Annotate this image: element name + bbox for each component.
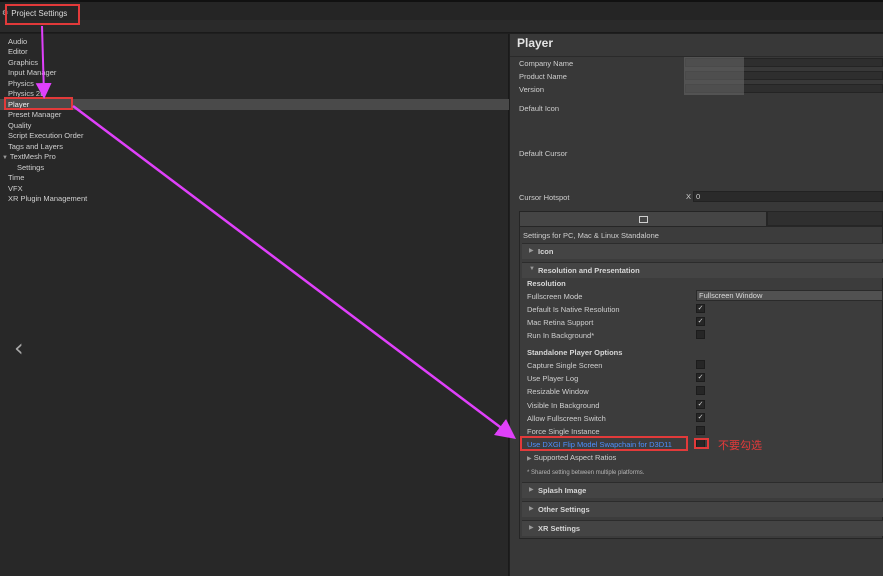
chevron-right-icon: ▶ [529, 506, 534, 512]
company-name-label: Company Name [519, 59, 574, 68]
default-icon-label: Default Icon [519, 104, 560, 113]
section-splash-image[interactable]: ▶ Splash Image [522, 482, 883, 498]
chevron-right-icon: ▶ [529, 525, 534, 531]
chevron-right-icon: ▶ [527, 456, 532, 462]
sidebar-item-label: TextMesh Pro [9, 152, 56, 161]
chevron-down-icon[interactable]: ▼ [2, 155, 8, 161]
annotation-note: 不要勾选 [718, 439, 762, 452]
allow-fullscreen-checkbox[interactable]: ✓ [696, 413, 705, 422]
section-label: XR Settings [538, 524, 581, 533]
sidebar-item-textmesh-pro[interactable]: ▼ TextMesh Pro [2, 152, 56, 162]
default-native-checkbox[interactable]: ✓ [696, 304, 705, 313]
chevron-left-icon[interactable]: ‹ [14, 334, 24, 362]
sidebar-item-editor[interactable]: Editor [8, 47, 28, 57]
section-label: Splash Image [538, 486, 587, 495]
cursor-hotspot-label: Cursor Hotspot [519, 193, 570, 202]
standalone-heading: Standalone Player Options [527, 348, 623, 357]
settings-sidebar: Audio Editor Graphics Input Manager Phys… [0, 34, 509, 576]
resizable-window-label: Resizable Window [527, 387, 589, 396]
sidebar-item-textmesh-settings[interactable]: Settings [17, 163, 44, 173]
fullscreen-mode-dropdown[interactable]: Fullscreen Window [696, 290, 883, 301]
page-title: Player [517, 36, 554, 50]
shared-setting-note: * Shared setting between multiple platfo… [527, 470, 645, 476]
highlight-player-box [4, 97, 73, 110]
sidebar-item-quality[interactable]: Quality [8, 121, 31, 131]
visible-background-label: Visible In Background [527, 401, 600, 410]
section-xr-settings[interactable]: ▶ XR Settings [522, 520, 883, 536]
mac-retina-label: Mac Retina Support [527, 318, 594, 327]
chevron-down-icon: ▼ [529, 266, 535, 272]
aspect-ratios-label: Supported Aspect Ratios [533, 453, 617, 462]
sidebar-item-script-execution-order[interactable]: Script Execution Order [8, 131, 83, 141]
sidebar-selection-highlight [0, 99, 509, 110]
tab-other-platform[interactable] [767, 211, 883, 226]
capture-single-checkbox[interactable] [696, 360, 705, 369]
platform-caption: Settings for PC, Mac & Linux Standalone [523, 231, 659, 240]
force-single-label: Force Single Instance [527, 427, 600, 436]
resizable-window-checkbox[interactable] [696, 386, 705, 395]
monitor-icon [638, 215, 648, 223]
default-cursor-label: Default Cursor [519, 149, 568, 158]
supported-aspect-ratios[interactable]: ▶ Supported Aspect Ratios [527, 453, 616, 462]
run-background-checkbox[interactable] [696, 330, 705, 339]
platform-tabs [519, 211, 883, 226]
hotspot-x-label: X [686, 192, 692, 201]
section-label: Icon [538, 247, 554, 256]
capture-single-label: Capture Single Screen [527, 361, 603, 370]
sidebar-item-preset-manager[interactable]: Preset Manager [8, 110, 61, 120]
sidebar-item-graphics[interactable]: Graphics [8, 58, 38, 68]
product-name-label: Product Name [519, 72, 567, 81]
highlight-dxgi-box [520, 436, 688, 451]
sidebar-item-tags-and-layers[interactable]: Tags and Layers [8, 142, 63, 152]
default-native-label: Default Is Native Resolution [527, 305, 620, 314]
use-player-log-label: Use Player Log [527, 374, 579, 383]
section-resolution[interactable]: ▼ Resolution and Presentation [522, 262, 883, 278]
toolbar [0, 20, 883, 33]
force-single-checkbox[interactable] [696, 426, 705, 435]
player-inspector: Player Company Name Product Name Version… [510, 34, 883, 576]
use-player-log-checkbox[interactable]: ✓ [696, 373, 705, 382]
redacted-area [684, 57, 744, 95]
section-label: Other Settings [538, 505, 590, 514]
section-icon[interactable]: ▶ Icon [522, 243, 883, 259]
chevron-right-icon: ▶ [529, 487, 534, 493]
resolution-heading: Resolution [527, 279, 566, 288]
visible-background-checkbox[interactable]: ✓ [696, 400, 705, 409]
section-label: Resolution and Presentation [538, 266, 640, 275]
sidebar-item-vfx[interactable]: VFX [8, 184, 23, 194]
chevron-right-icon: ▶ [529, 248, 534, 254]
window-titlebar: ⚙ Project Settings [0, 0, 883, 20]
fullscreen-mode-label: Fullscreen Mode [527, 292, 583, 301]
tab-standalone[interactable] [519, 211, 767, 226]
allow-fullscreen-label: Allow Fullscreen Switch [527, 414, 606, 423]
sidebar-item-time[interactable]: Time [8, 173, 24, 183]
mac-retina-checkbox[interactable]: ✓ [696, 317, 705, 326]
sidebar-item-input-manager[interactable]: Input Manager [8, 68, 56, 78]
version-label: Version [519, 85, 545, 94]
hotspot-x-input[interactable]: 0 [693, 191, 883, 202]
highlight-dxgi-checkbox [694, 438, 709, 449]
sidebar-item-xr-plugin-management[interactable]: XR Plugin Management [8, 194, 87, 204]
sidebar-item-audio[interactable]: Audio [8, 37, 27, 47]
run-background-label: Run In Background* [527, 331, 595, 340]
section-other-settings[interactable]: ▶ Other Settings [522, 501, 883, 517]
highlight-title-box [5, 4, 80, 25]
sidebar-item-physics[interactable]: Physics [8, 79, 34, 89]
